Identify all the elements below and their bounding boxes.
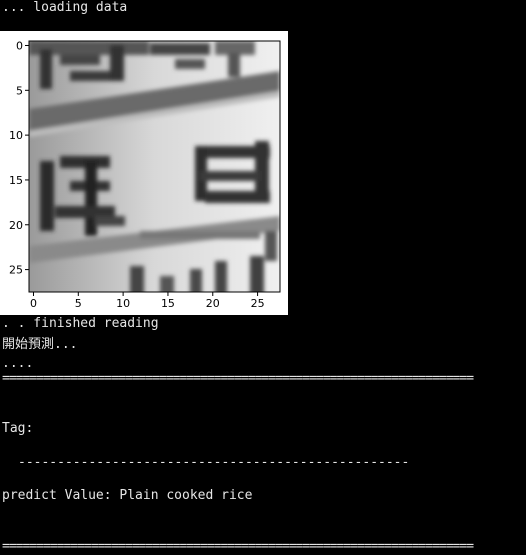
y-tick-label: 25 bbox=[9, 264, 23, 277]
x-tick-label: 25 bbox=[251, 297, 265, 310]
image-plot: 0 5 10 15 20 25 0 5 10 15 20 25 bbox=[0, 31, 288, 315]
x-tick-label: 20 bbox=[206, 297, 220, 310]
console-tag-line: Tag: bbox=[2, 421, 34, 436]
y-tick-label: 20 bbox=[9, 219, 23, 232]
separator-dashes: ----------------------------------------… bbox=[18, 455, 410, 470]
console-dots-line: .... bbox=[2, 356, 34, 371]
x-axis: 0 5 10 15 20 25 bbox=[30, 292, 265, 310]
y-tick-label: 5 bbox=[16, 84, 23, 97]
image-content bbox=[29, 41, 280, 292]
console-predict-line: predict Value: Plain cooked rice bbox=[2, 488, 253, 503]
y-tick-label: 0 bbox=[16, 39, 23, 52]
x-tick-label: 15 bbox=[161, 297, 175, 310]
y-tick-label: 15 bbox=[9, 174, 23, 187]
y-tick-label: 10 bbox=[9, 129, 23, 142]
y-axis: 0 5 10 15 20 25 bbox=[9, 39, 29, 277]
console-finished-line: . . finished reading bbox=[2, 316, 159, 331]
separator-rule-bottom: ========================================… bbox=[2, 539, 474, 554]
x-tick-label: 5 bbox=[75, 297, 82, 310]
image-plot-svg: 0 5 10 15 20 25 0 5 10 15 20 25 bbox=[9, 39, 281, 310]
console-loading-line: ... loading data bbox=[2, 0, 128, 15]
separator-rule-top: ========================================… bbox=[2, 371, 474, 386]
x-tick-label: 0 bbox=[30, 297, 37, 310]
x-tick-label: 10 bbox=[116, 297, 130, 310]
console-start-predict-line: 開始預測... bbox=[2, 337, 78, 352]
